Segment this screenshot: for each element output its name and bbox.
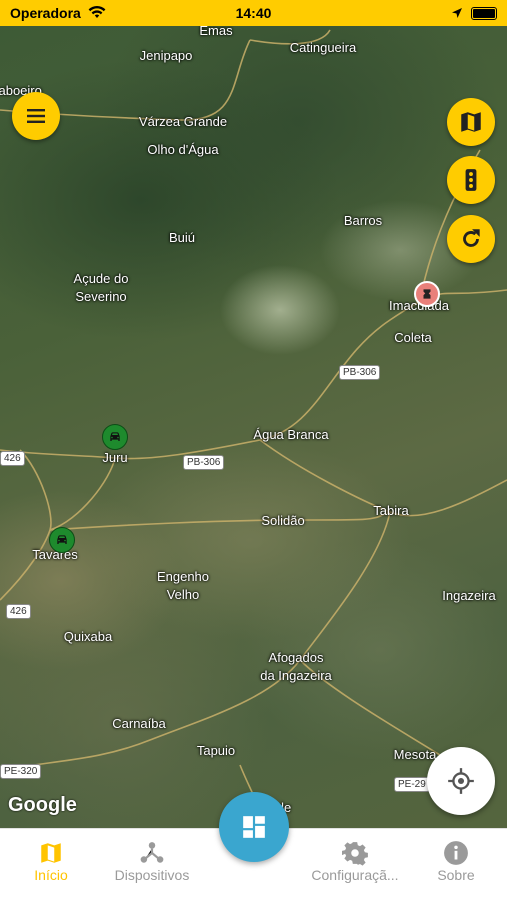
place-label: da Ingazeira [260, 668, 332, 683]
tab-dispositivos[interactable]: Dispositivos [92, 839, 212, 883]
hamburger-icon [27, 109, 45, 123]
place-label: Mesota [393, 747, 437, 762]
road-shield: 426 [6, 604, 31, 619]
alert-marker[interactable] [414, 281, 440, 307]
place-label: Engenho [156, 569, 210, 584]
place-label: Quixaba [63, 629, 113, 644]
my-location-button[interactable] [427, 747, 495, 815]
refresh-icon [463, 229, 480, 247]
menu-button[interactable] [12, 92, 60, 140]
place-label: Coleta [394, 330, 432, 345]
clock: 14:40 [235, 5, 272, 21]
traffic-light-icon [465, 169, 477, 191]
road-shield: PB-306 [339, 365, 381, 380]
place-label: Carnaíba [112, 716, 166, 731]
place-label: Olho d'Água [147, 142, 219, 157]
place-label: Jenipapo [139, 48, 193, 63]
car-icon [57, 535, 67, 544]
hub-icon [92, 839, 212, 867]
tab-label: Dispositivos [114, 867, 190, 883]
place-label: Catingueira [289, 40, 357, 55]
alert-icon [423, 289, 431, 299]
place-label: Água Branca [253, 427, 329, 442]
place-label: Barros [343, 213, 383, 228]
place-label: Buiú [168, 230, 196, 245]
place-label: Várzea Grande [138, 114, 228, 129]
place-label: Tabira [373, 503, 409, 518]
map-view[interactable]: Emas Catingueira Jenipapo raboeiro Várze… [0, 0, 507, 828]
road-network [0, 29, 507, 828]
location-arrow-icon [451, 6, 463, 22]
place-label: Severino [75, 289, 127, 304]
place-label: Tapuio [196, 743, 236, 758]
traffic-button[interactable] [447, 156, 495, 204]
map-icon [461, 112, 481, 132]
refresh-button[interactable] [447, 215, 495, 263]
place-label: Afogados [268, 650, 324, 665]
road-shield: PB-306 [183, 455, 225, 470]
battery-icon [471, 7, 497, 20]
dashboard-icon [243, 816, 265, 838]
car-icon [110, 432, 120, 441]
google-attribution: Google [8, 794, 77, 816]
road-shield: 426 [0, 451, 25, 466]
dashboard-button[interactable] [219, 792, 289, 862]
place-label: Velho [166, 587, 200, 602]
tab-sobre[interactable]: Sobre [396, 839, 507, 883]
road-shield: PE-320 [0, 764, 42, 779]
place-label: Açude do [73, 271, 129, 286]
place-label: Solidão [261, 513, 305, 528]
road-shield: PE-29 [394, 777, 430, 792]
vehicle-marker[interactable] [102, 424, 128, 450]
tab-label: Sobre [437, 867, 475, 883]
place-label: Ingazeira [442, 588, 496, 603]
crosshair-icon [448, 768, 474, 794]
status-bar: Operadora 14:40 [0, 0, 507, 26]
vehicle-marker[interactable] [49, 527, 75, 553]
place-label: Juru [102, 450, 128, 465]
info-icon [396, 839, 507, 867]
map-type-button[interactable] [447, 98, 495, 146]
